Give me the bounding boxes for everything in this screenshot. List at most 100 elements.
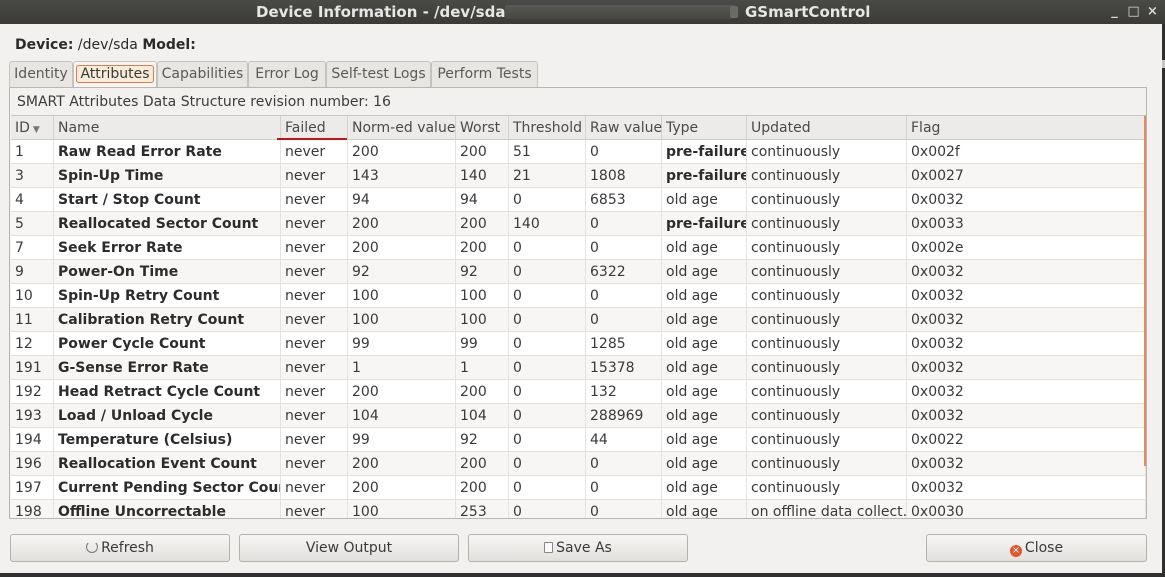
table-row[interactable]: 192 Head Retract Cycle Count never 200 200 0 1… xyxy=(11,380,1146,404)
cell-raw-value: 1285 xyxy=(586,332,662,356)
cell-type: old age xyxy=(662,308,747,332)
column-label: Type xyxy=(666,120,699,136)
cell-worst: 92 xyxy=(456,260,509,284)
table-row[interactable]: 7 Seek Error Rate never 200 200 0 0 old age cont… xyxy=(11,236,1146,260)
cell-id: 198 xyxy=(11,500,54,518)
cell-name: Reallocated Sector Count xyxy=(54,212,281,236)
column-header-failed[interactable]: Failed xyxy=(281,116,348,140)
table-row[interactable]: 194 Temperature (Celsius) never 99 92 0 44 old … xyxy=(11,428,1146,452)
button-label: Close xyxy=(1024,540,1064,556)
tab-identity[interactable]: Identity xyxy=(9,61,73,87)
cell-flag: 0x0030 xyxy=(907,500,1146,518)
column-label: Raw value xyxy=(590,120,663,136)
cell-name: Offline Uncorrectable xyxy=(54,500,281,518)
save-as-button[interactable]: Save As xyxy=(468,534,688,562)
cell-raw-value: 6853 xyxy=(586,188,662,212)
tab-self-test-logs[interactable]: Self-test Logs xyxy=(326,61,431,87)
view-output-button[interactable]: View Output xyxy=(239,534,459,562)
vertical-scrollbar[interactable] xyxy=(1144,116,1146,466)
cell-raw-value: 44 xyxy=(586,428,662,452)
cell-updated: continuously xyxy=(747,476,907,500)
table-row[interactable]: 10 Spin-Up Retry Count never 100 100 0 0 old ag… xyxy=(11,284,1146,308)
column-header-id[interactable]: ID ▼ xyxy=(11,116,54,140)
window-title: Device Information - /dev/sda: xyxy=(256,3,512,21)
cell-flag: 0x0032 xyxy=(907,332,1146,356)
cell-failed: never xyxy=(281,332,348,356)
cell-name: Temperature (Celsius) xyxy=(54,428,281,452)
attributes-panel: SMART Attributes Data Structure revision… xyxy=(9,87,1147,519)
column-header-worst[interactable]: Worst xyxy=(456,116,509,140)
cell-type: old age xyxy=(662,476,747,500)
cell-normed-value: 200 xyxy=(348,380,456,404)
cell-id: 4 xyxy=(11,188,54,212)
device-line: Device: /dev/sda Model: xyxy=(15,37,196,53)
refresh-icon xyxy=(86,541,99,553)
cell-name: Seek Error Rate xyxy=(54,236,281,260)
attributes-table: ID ▼ Name Failed Norm-ed value Worst Thre… xyxy=(11,115,1146,518)
cell-type: old age xyxy=(662,404,747,428)
column-header-type[interactable]: Type xyxy=(662,116,747,140)
cell-updated: continuously xyxy=(747,380,907,404)
cell-type: old age xyxy=(662,332,747,356)
cell-updated: continuously xyxy=(747,140,907,164)
cell-flag: 0x0033 xyxy=(907,212,1146,236)
table-row[interactable]: 198 Offline Uncorrectable never 100 253 0 0 old… xyxy=(11,500,1146,518)
column-header-flag[interactable]: Flag xyxy=(907,116,1146,140)
table-row[interactable]: 196 Reallocation Event Count never 200 200 0 0… xyxy=(11,452,1146,476)
maximize-button[interactable]: □ xyxy=(1126,4,1141,19)
table-row[interactable]: 4 Start / Stop Count never 94 94 0 6853 old age… xyxy=(11,188,1146,212)
window-menu-icon[interactable] xyxy=(0,0,18,24)
tab-label: Perform Tests xyxy=(437,66,532,82)
table-row[interactable]: 5 Reallocated Sector Count never 200 200 140 0… xyxy=(11,212,1146,236)
cell-threshold: 0 xyxy=(509,356,586,380)
table-row[interactable]: 3 Spin-Up Time never 143 140 21 1808 pre-failur… xyxy=(11,164,1146,188)
cell-flag: 0x0032 xyxy=(907,284,1146,308)
tab-label: Identity xyxy=(14,66,68,82)
table-row[interactable]: 12 Power Cycle Count never 99 99 0 1285 old age… xyxy=(11,332,1146,356)
close-button[interactable]: × Close xyxy=(926,534,1147,562)
cell-updated: continuously xyxy=(747,188,907,212)
cell-raw-value: 0 xyxy=(586,236,662,260)
tab-attributes[interactable]: Attributes xyxy=(73,61,157,87)
cell-worst: 1 xyxy=(456,356,509,380)
cell-id: 191 xyxy=(11,356,54,380)
tab-perform-tests[interactable]: Perform Tests xyxy=(431,61,538,87)
cell-updated: continuously xyxy=(747,332,907,356)
table-row[interactable]: 197 Current Pending Sector Count never 200 2… xyxy=(11,476,1146,500)
cell-name: Power Cycle Count xyxy=(54,332,281,356)
cell-normed-value: 200 xyxy=(348,140,456,164)
tab-label: Error Log xyxy=(255,66,319,82)
cell-failed: never xyxy=(281,476,348,500)
column-header-raw-value[interactable]: Raw value xyxy=(586,116,662,140)
cell-worst: 200 xyxy=(456,380,509,404)
column-header-name[interactable]: Name xyxy=(54,116,281,140)
cell-name: Power-On Time xyxy=(54,260,281,284)
table-header: ID ▼ Name Failed Norm-ed value Worst Thre… xyxy=(11,116,1146,141)
minimize-button[interactable]: _ xyxy=(1107,4,1122,19)
cell-normed-value: 100 xyxy=(348,500,456,518)
window-close-button[interactable]: × xyxy=(1145,4,1160,19)
column-header-normed-value[interactable]: Norm-ed value xyxy=(348,116,456,140)
tab-capabilities[interactable]: Capabilities xyxy=(157,61,248,87)
table-row[interactable]: 191 G-Sense Error Rate never 1 1 0 15378 old ag… xyxy=(11,356,1146,380)
model-label: Model: xyxy=(142,37,196,53)
column-label: Norm-ed value xyxy=(352,120,456,136)
column-header-updated[interactable]: Updated xyxy=(747,116,907,140)
cell-worst: 200 xyxy=(456,236,509,260)
refresh-button[interactable]: Refresh xyxy=(10,534,230,562)
cell-name: Head Retract Cycle Count xyxy=(54,380,281,404)
tab-error-log[interactable]: Error Log xyxy=(248,61,326,87)
cell-flag: 0x0032 xyxy=(907,404,1146,428)
table-row[interactable]: 11 Calibration Retry Count never 100 100 0 0 ol… xyxy=(11,308,1146,332)
cell-worst: 94 xyxy=(456,188,509,212)
cell-updated: continuously xyxy=(747,428,907,452)
column-header-threshold[interactable]: Threshold xyxy=(509,116,586,140)
cell-updated: continuously xyxy=(747,356,907,380)
table-row[interactable]: 193 Load / Unload Cycle never 104 104 0 288969… xyxy=(11,404,1146,428)
cell-id: 5 xyxy=(11,212,54,236)
cell-flag: 0x0027 xyxy=(907,164,1146,188)
cell-name: Spin-Up Time xyxy=(54,164,281,188)
cell-flag: 0x0032 xyxy=(907,356,1146,380)
table-row[interactable]: 1 Raw Read Error Rate never 200 200 51 0 pre-fa… xyxy=(11,140,1146,164)
table-row[interactable]: 9 Power-On Time never 92 92 0 6322 old age conti… xyxy=(11,260,1146,284)
